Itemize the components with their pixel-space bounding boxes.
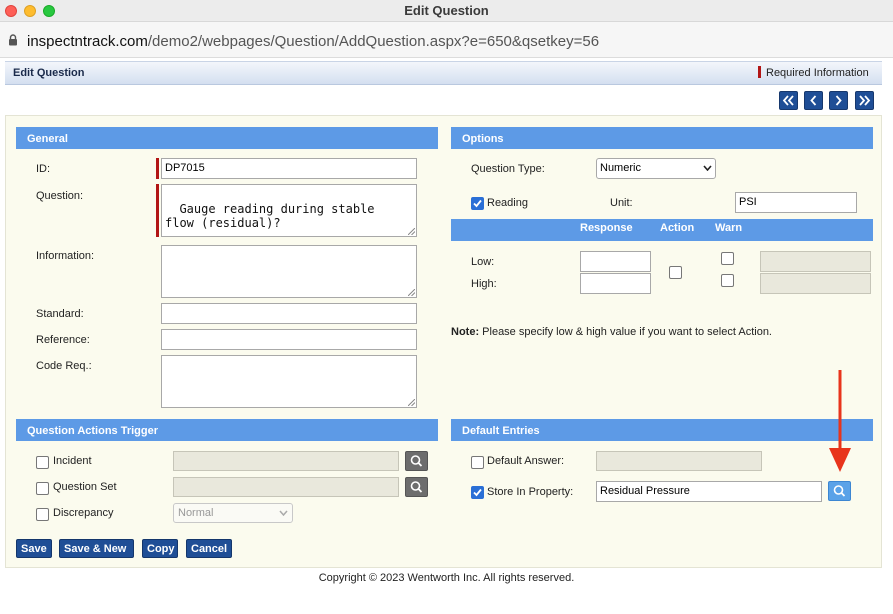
- reference-label: Reference:: [36, 334, 90, 346]
- unit-label: Unit:: [610, 197, 633, 209]
- chevron-left-icon: [810, 95, 817, 106]
- default-answer-checkbox[interactable]: [471, 456, 484, 469]
- store-in-property-checkbox[interactable]: [471, 486, 484, 499]
- resize-grip-icon[interactable]: [408, 228, 415, 235]
- low-action-field: [760, 251, 871, 272]
- question-set-label: Question Set: [53, 481, 117, 493]
- note-body: Please specify low & high value if you w…: [479, 326, 772, 338]
- id-input[interactable]: DP7015: [161, 158, 417, 179]
- action-column-header: Action: [660, 222, 695, 234]
- incident-checkbox[interactable]: [36, 456, 49, 469]
- response-column-header: Response: [580, 222, 633, 234]
- discrepancy-select: Normal: [173, 503, 293, 523]
- first-record-button[interactable]: [779, 91, 798, 110]
- url-path: /demo2/webpages/Question/AddQuestion.asp…: [147, 33, 600, 50]
- question-set-checkbox[interactable]: [36, 482, 49, 495]
- default-answer-field: [596, 451, 762, 471]
- high-response-input[interactable]: [580, 273, 651, 294]
- low-label: Low:: [471, 256, 495, 268]
- low-response-input[interactable]: [580, 251, 651, 272]
- code-req-label: Code Req.:: [36, 360, 92, 372]
- information-textarea[interactable]: [161, 245, 417, 298]
- page-header: [5, 61, 882, 85]
- store-in-property-search-button[interactable]: [828, 481, 851, 501]
- information-label: Information:: [36, 250, 95, 262]
- copy-button[interactable]: Copy: [142, 539, 178, 558]
- page-title: Edit Question: [13, 67, 85, 79]
- standard-label: Standard:: [36, 308, 84, 320]
- high-warn-checkbox[interactable]: [721, 274, 734, 287]
- question-textarea[interactable]: Gauge reading during stable flow (residu…: [161, 184, 417, 237]
- url-text[interactable]: inspectntrack.com/demo2/webpages/Questio…: [27, 33, 599, 50]
- code-req-textarea[interactable]: [161, 355, 417, 408]
- last-record-button[interactable]: [855, 91, 874, 110]
- check-icon: [473, 199, 482, 208]
- resize-grip-icon[interactable]: [408, 399, 415, 406]
- cancel-button[interactable]: Cancel: [186, 539, 232, 558]
- unit-input[interactable]: PSI: [735, 192, 857, 213]
- save-and-new-button[interactable]: Save & New: [59, 539, 134, 558]
- question-label: Question:: [36, 190, 84, 202]
- incident-search-button[interactable]: [405, 451, 428, 471]
- incident-field: [173, 451, 399, 471]
- annotation-arrow-icon: [829, 370, 851, 472]
- double-chevron-right-icon: [859, 95, 871, 106]
- search-icon: [410, 481, 423, 493]
- question-type-label: Question Type:: [471, 163, 545, 175]
- question-required-marker: [156, 184, 159, 237]
- store-in-property-input[interactable]: Residual Pressure: [596, 481, 822, 502]
- question-type-value: Numeric: [600, 162, 641, 174]
- warn-column-header: Warn: [715, 222, 743, 234]
- options-section-header: Options: [451, 127, 873, 149]
- default-entries-section-header: Default Entries: [451, 419, 873, 441]
- window-title: Edit Question: [404, 3, 489, 18]
- reference-input[interactable]: [161, 329, 417, 350]
- resize-grip-icon[interactable]: [408, 289, 415, 296]
- url-host: inspectntrack.com: [27, 33, 148, 50]
- high-label: High:: [471, 278, 497, 290]
- chevron-down-icon: [279, 510, 288, 516]
- required-information-label: Required Information: [766, 67, 869, 79]
- lock-icon: [9, 34, 17, 46]
- note-label: Note:: [451, 326, 480, 338]
- required-marker: [758, 66, 761, 78]
- double-chevron-left-icon: [782, 95, 794, 106]
- high-action-field: [760, 273, 871, 294]
- general-section-header: General: [16, 127, 438, 149]
- store-in-property-label: Store In Property:: [487, 486, 574, 498]
- action-checkbox[interactable]: [669, 266, 682, 279]
- default-answer-label: Default Answer:: [487, 455, 565, 467]
- chevron-down-icon: [703, 165, 712, 171]
- id-label: ID:: [36, 163, 51, 175]
- discrepancy-checkbox[interactable]: [36, 508, 49, 521]
- reading-checkbox[interactable]: [471, 197, 484, 210]
- id-required-marker: [156, 158, 159, 179]
- search-icon: [410, 455, 423, 467]
- standard-input[interactable]: [161, 303, 417, 324]
- check-icon: [473, 488, 482, 497]
- next-record-button[interactable]: [829, 91, 848, 110]
- discrepancy-select-value: Normal: [178, 507, 214, 519]
- save-button[interactable]: Save: [16, 539, 52, 558]
- question-type-select[interactable]: Numeric: [596, 158, 716, 179]
- reading-label: Reading: [487, 197, 528, 209]
- actions-trigger-section-header: Question Actions Trigger: [16, 419, 438, 441]
- previous-record-button[interactable]: [804, 91, 823, 110]
- note-text: Note: Please specify low & high value if…: [451, 326, 772, 338]
- chevron-right-icon: [835, 95, 842, 106]
- copyright-footer: Copyright © 2023 Wentworth Inc. All righ…: [318, 572, 575, 584]
- incident-label: Incident: [53, 455, 92, 467]
- search-icon: [833, 485, 846, 497]
- question-set-search-button[interactable]: [405, 477, 428, 497]
- low-warn-checkbox[interactable]: [721, 252, 734, 265]
- question-text: Gauge reading during stable flow (residu…: [165, 202, 375, 230]
- discrepancy-label: Discrepancy: [53, 507, 114, 519]
- question-set-field: [173, 477, 399, 497]
